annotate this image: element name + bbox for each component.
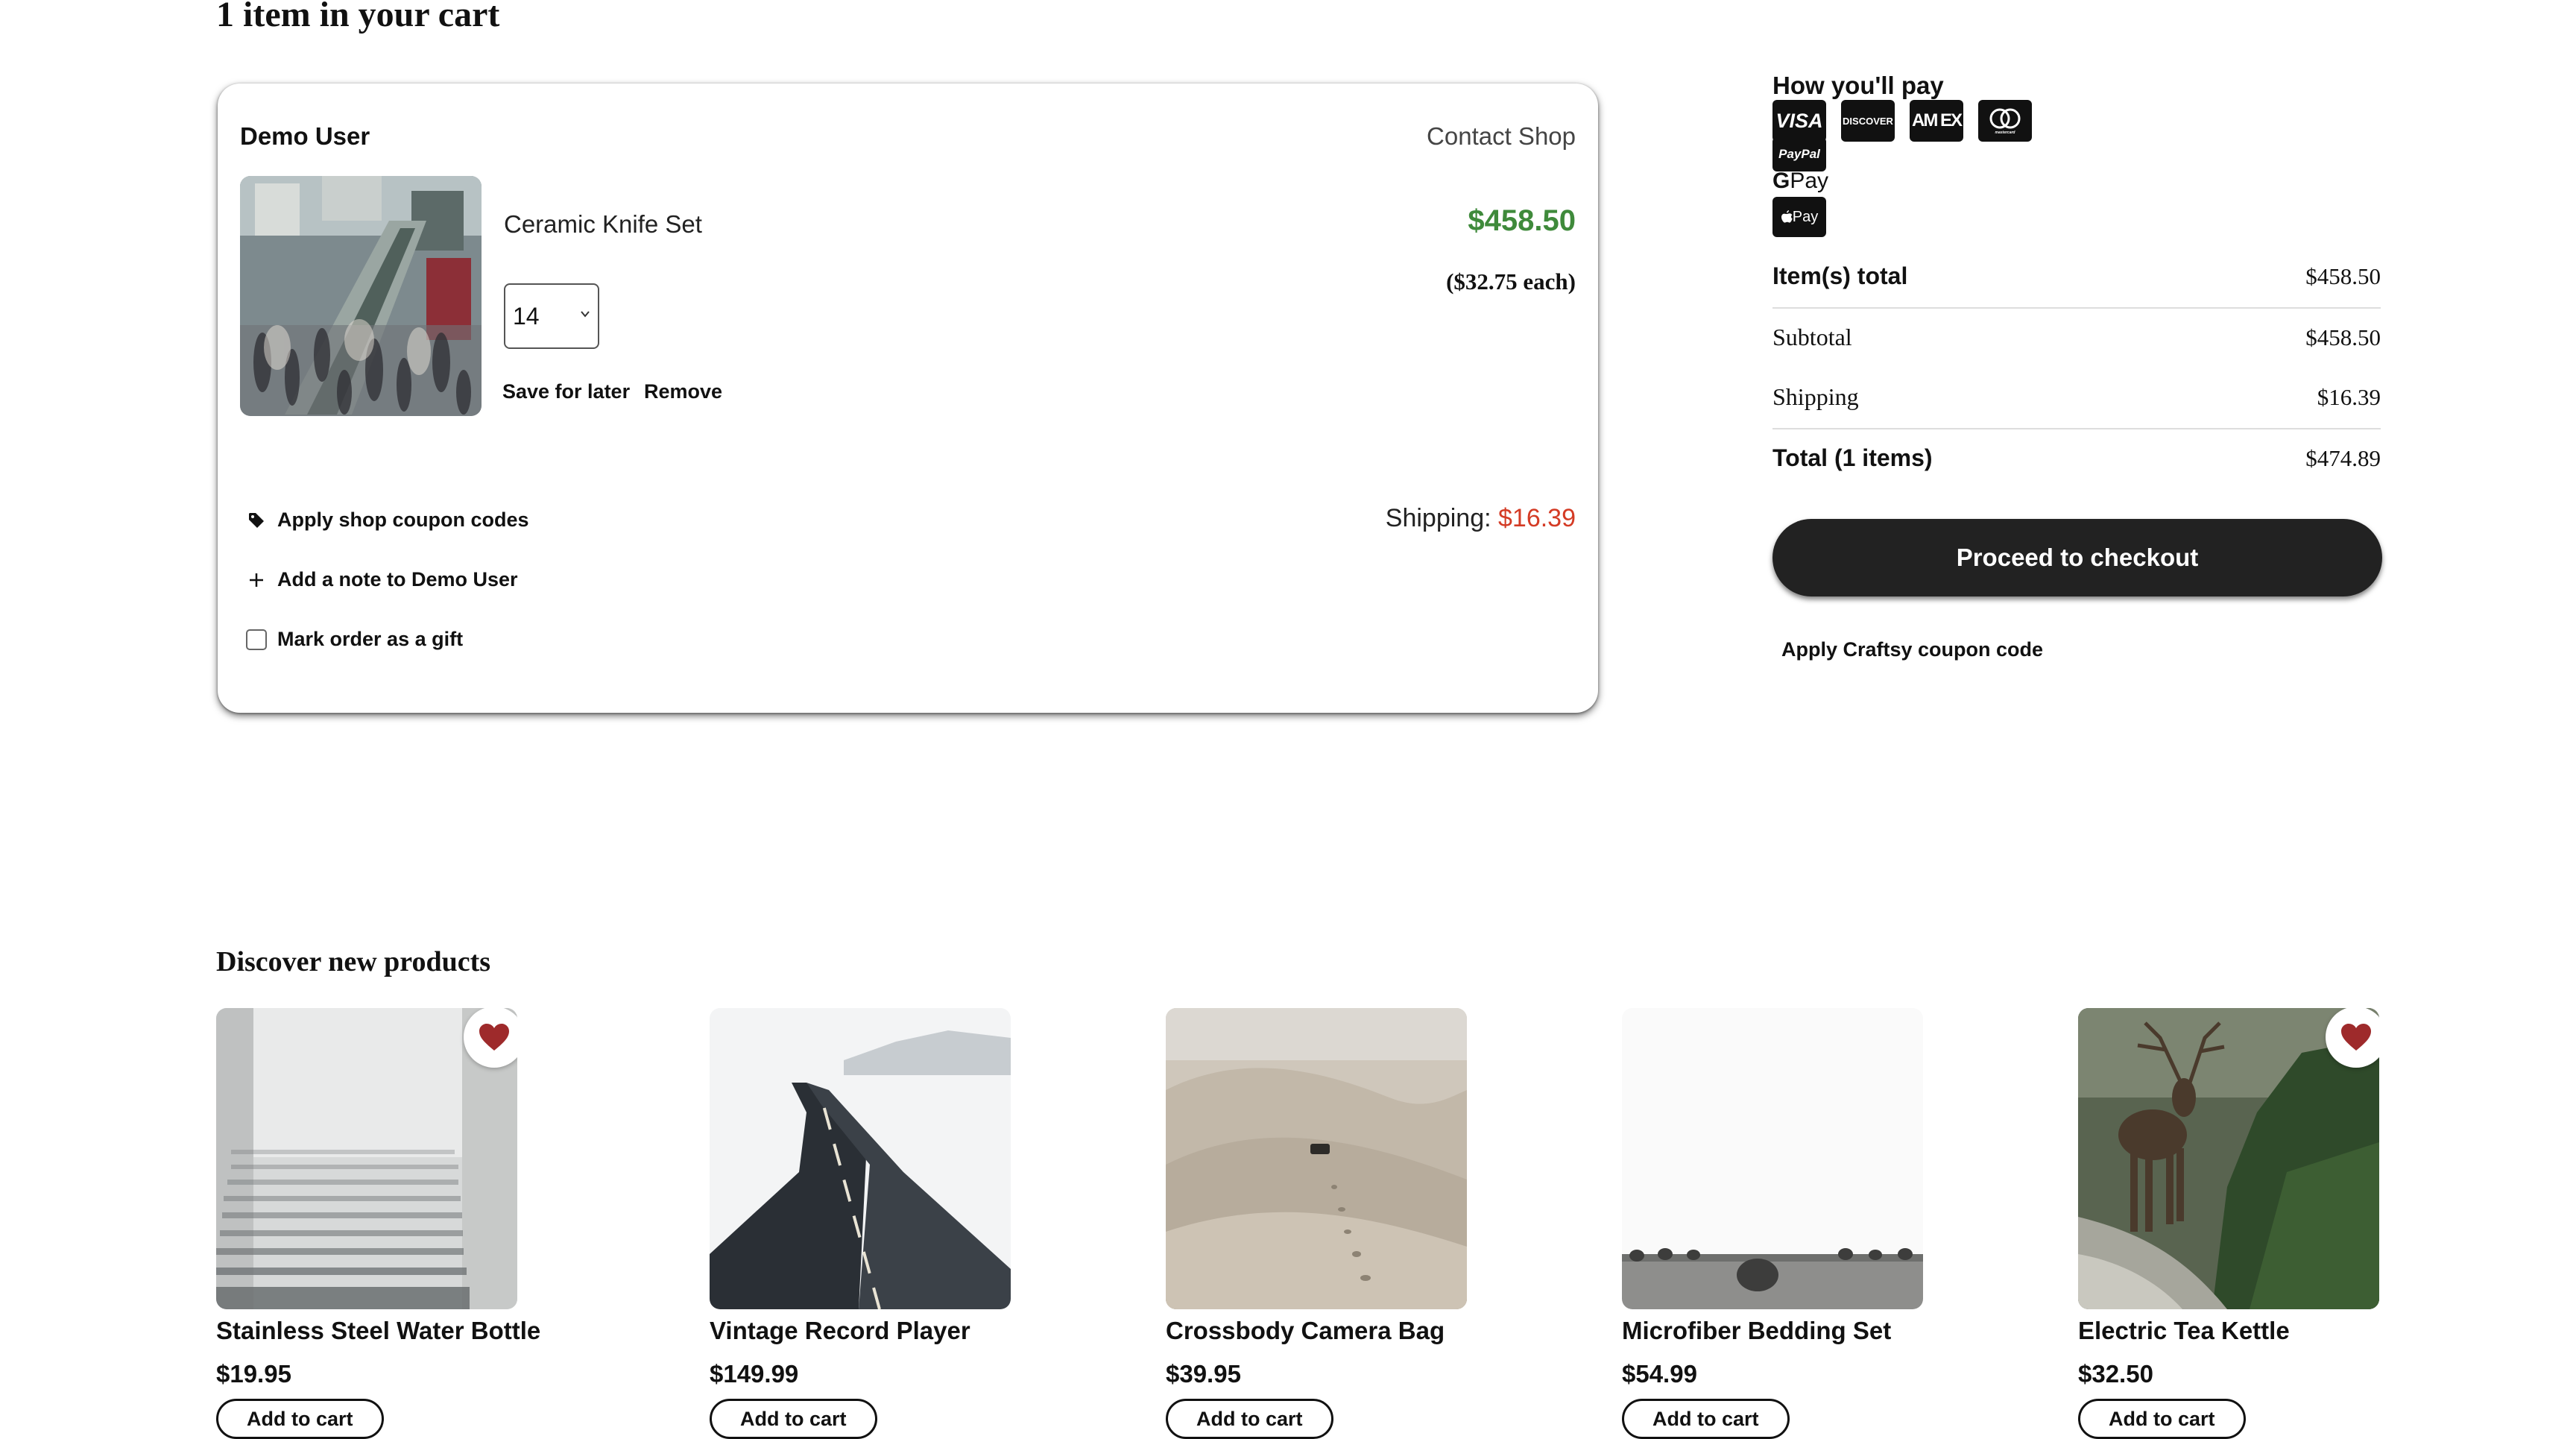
product-price: $32.50: [2078, 1360, 2153, 1388]
heart-icon: [479, 1024, 509, 1051]
snowy-road-photo: [710, 1008, 1011, 1309]
apply-craftsy-coupon-button[interactable]: Apply Craftsy coupon code: [1781, 638, 2043, 661]
product-image[interactable]: [1166, 1008, 1467, 1309]
shipping-value: $16.39: [2317, 383, 2381, 410]
items-total-value: $458.50: [2305, 262, 2381, 289]
product-card[interactable]: Electric Tea Kettle $32.50 Add to cart: [2078, 1008, 2525, 1439]
product-name[interactable]: Microfiber Bedding Set: [1622, 1317, 2069, 1345]
product-name[interactable]: Vintage Record Player: [710, 1317, 1157, 1345]
gift-option[interactable]: Mark order as a gift: [246, 628, 463, 651]
product-price: $19.95: [216, 1360, 291, 1388]
proceed-to-checkout-button[interactable]: Proceed to checkout: [1772, 519, 2382, 596]
subtotal-row: Subtotal $458.50: [1772, 324, 2381, 351]
discover-icon: DISCOVER: [1841, 100, 1895, 142]
apple-pay-label: Pay: [1792, 208, 1819, 225]
subtotal-value: $458.50: [2305, 324, 2381, 350]
mastercard-circles: mastercard: [1989, 108, 2021, 135]
add-note-button[interactable]: Add a note to Demo User: [247, 568, 518, 591]
shipping-row: Shipping $16.39: [1772, 383, 2381, 411]
apply-shop-coupon-label: Apply shop coupon codes: [277, 508, 529, 531]
summary-divider: [1772, 307, 2381, 309]
save-for-later-button[interactable]: Save for later: [502, 380, 630, 403]
crowded-escalator-photo: [240, 176, 482, 416]
visa-icon: VISA: [1772, 100, 1826, 142]
items-total-label: Item(s) total: [1772, 262, 1908, 289]
contact-shop-link[interactable]: Contact Shop: [1427, 122, 1576, 151]
amex-icon: AM EX: [1910, 100, 1963, 142]
heart-icon: [2341, 1024, 2371, 1051]
shop-shipping-amount: $16.39: [1498, 504, 1576, 532]
shop-shipping: Shipping: $16.39: [1386, 504, 1576, 533]
subtotal-label: Subtotal: [1772, 324, 1852, 350]
product-card[interactable]: Crossbody Camera Bag $39.95 Add to cart: [1166, 1008, 1613, 1439]
product-price: $54.99: [1622, 1360, 1697, 1388]
add-to-cart-button[interactable]: Add to cart: [1622, 1399, 1790, 1439]
product-price: $149.99: [710, 1360, 799, 1388]
quantity-select[interactable]: 14: [504, 283, 599, 349]
add-note-label: Add a note to Demo User: [277, 568, 518, 591]
summary-divider: [1772, 428, 2381, 429]
discover-heading: Discover new products: [216, 946, 491, 977]
quantity-value: 14: [513, 302, 540, 330]
plus-icon: [250, 573, 263, 587]
paypal-icon: PayPal: [1772, 137, 1826, 171]
product-card[interactable]: Vintage Record Player $149.99 Add to car…: [710, 1008, 1157, 1439]
product-image[interactable]: [216, 1008, 517, 1309]
product-image[interactable]: [2078, 1008, 2379, 1309]
apply-shop-coupon-button[interactable]: Apply shop coupon codes: [247, 508, 529, 532]
product-image[interactable]: [1622, 1008, 1923, 1309]
item-price: $458.50: [1468, 204, 1576, 237]
chevron-down-icon: [581, 311, 590, 318]
item-title[interactable]: Ceramic Knife Set: [504, 210, 702, 239]
hay-bales-field-photo: [1622, 1008, 1923, 1309]
page-title: 1 item in your cart: [216, 0, 500, 34]
items-total-row: Item(s) total $458.50: [1772, 262, 2381, 290]
add-to-cart-button[interactable]: Add to cart: [710, 1399, 877, 1439]
total-row: Total (1 items) $474.89: [1772, 444, 2381, 472]
apple-icon: [1781, 210, 1793, 223]
google-pay-icon: GPay: [1772, 169, 1829, 193]
apple-pay-icon: Pay: [1772, 197, 1826, 237]
product-name[interactable]: Electric Tea Kettle: [2078, 1317, 2525, 1345]
add-to-cart-button[interactable]: Add to cart: [1166, 1399, 1333, 1439]
shop-owner-name[interactable]: Demo User: [240, 122, 370, 151]
product-card[interactable]: Stainless Steel Water Bottle $19.95 Add …: [216, 1008, 663, 1439]
mastercard-icon: mastercard: [1978, 100, 2032, 142]
payment-heading: How you'll pay: [1772, 72, 1944, 99]
product-image[interactable]: [710, 1008, 1011, 1309]
product-name[interactable]: Stainless Steel Water Bottle: [216, 1317, 663, 1345]
gift-checkbox[interactable]: [246, 629, 267, 650]
add-to-cart-button[interactable]: Add to cart: [216, 1399, 384, 1439]
google-pay-label: Pay: [1790, 169, 1829, 193]
item-unit-price: ($32.75 each): [1446, 268, 1576, 295]
add-to-cart-button[interactable]: Add to cart: [2078, 1399, 2246, 1439]
total-value: $474.89: [2305, 444, 2381, 471]
product-card[interactable]: Microfiber Bedding Set $54.99 Add to car…: [1622, 1008, 2069, 1439]
gift-label: Mark order as a gift: [277, 628, 464, 650]
total-label: Total (1 items): [1772, 444, 1933, 471]
remove-item-button[interactable]: Remove: [644, 380, 722, 403]
item-photo[interactable]: [240, 176, 482, 416]
tag-icon: [249, 512, 264, 528]
shipping-label: Shipping: [1772, 383, 1859, 410]
mastercard-text: mastercard: [1995, 130, 2016, 135]
desert-dunes-photo: [1166, 1008, 1467, 1309]
shop-cart-card: Demo User Contact Shop Ceramic Knife Set…: [218, 84, 1598, 713]
product-price: $39.95: [1166, 1360, 1241, 1388]
shop-shipping-label: Shipping:: [1385, 504, 1491, 532]
product-name[interactable]: Crossbody Camera Bag: [1166, 1317, 1613, 1345]
